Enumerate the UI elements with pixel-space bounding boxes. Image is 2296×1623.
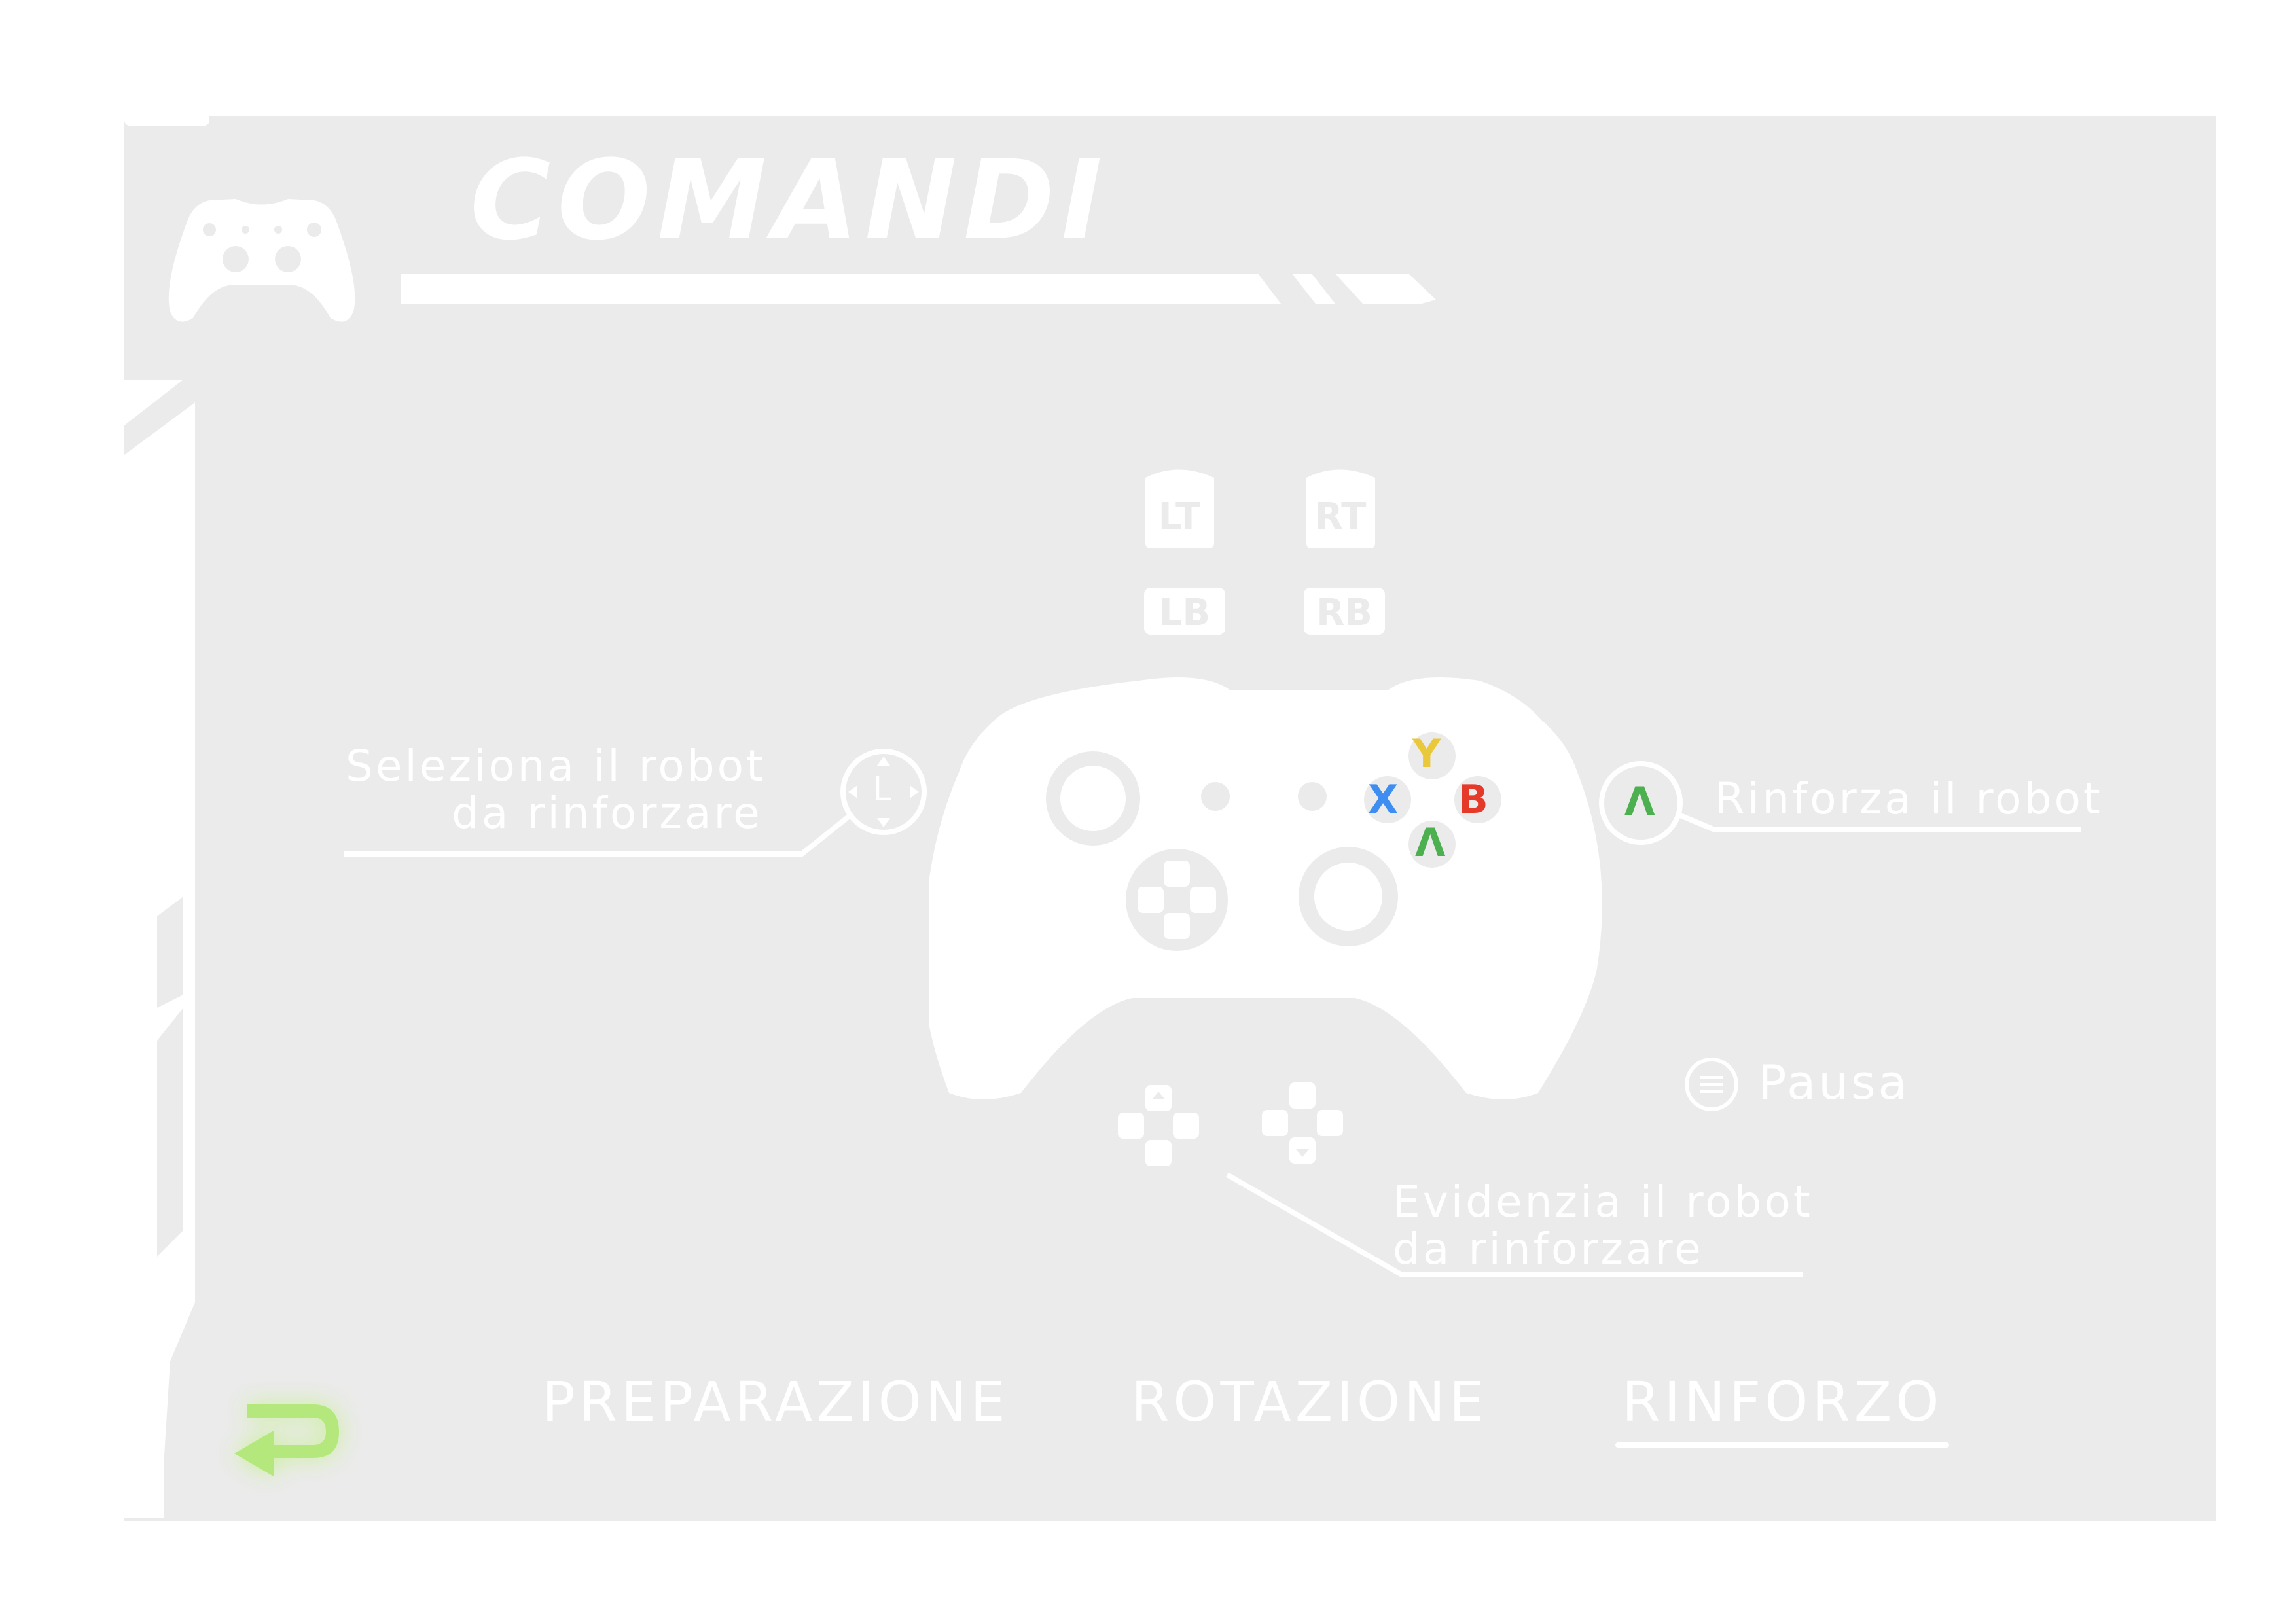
left-callout-line xyxy=(344,812,853,857)
lt-label: LT xyxy=(1158,495,1201,538)
tab-rinforzo[interactable]: RINFORZO xyxy=(1615,1374,1950,1448)
rt-label: RT xyxy=(1315,495,1367,538)
shoulder-buttons: LT RT LB RB xyxy=(1144,469,1385,635)
select-robot-label-1: Seleziona il robot xyxy=(346,741,766,791)
highlight-robot-label-2: da rinforzare xyxy=(1393,1224,1704,1274)
button-y-icon: Y xyxy=(1412,731,1441,777)
rb-label: RB xyxy=(1316,592,1372,634)
back-button[interactable] xyxy=(221,1385,352,1489)
left-stick-letter: L xyxy=(872,770,894,809)
menu-icon xyxy=(1685,1058,1738,1111)
menu-button-icon xyxy=(1298,782,1327,811)
tab-preparazione[interactable]: PREPARAZIONE xyxy=(542,1374,1009,1429)
dpad-down-icon xyxy=(1262,1082,1343,1164)
pause-label: Pausa xyxy=(1758,1055,1910,1110)
dpad-up-icon xyxy=(1118,1085,1199,1166)
return-arrow-icon xyxy=(234,1404,339,1476)
highlight-robot-label-1: Evidenzia il robot xyxy=(1393,1177,1813,1227)
button-a-icon: Λ xyxy=(1415,820,1446,866)
button-x-icon: X xyxy=(1368,777,1399,823)
controller-illustration xyxy=(929,677,1602,1099)
gamepad-icon xyxy=(168,199,355,322)
reinforce-robot-label: Rinforza il robot xyxy=(1715,774,2103,824)
button-b-icon: B xyxy=(1458,777,1488,823)
lb-label: LB xyxy=(1159,592,1210,634)
page-title: COMANDI xyxy=(470,136,1109,264)
tab-rotazione[interactable]: ROTAZIONE xyxy=(1131,1374,1488,1429)
a-button-callout-letter: Λ xyxy=(1624,779,1655,825)
view-button-icon xyxy=(1201,782,1230,811)
title-underline xyxy=(401,274,1436,304)
